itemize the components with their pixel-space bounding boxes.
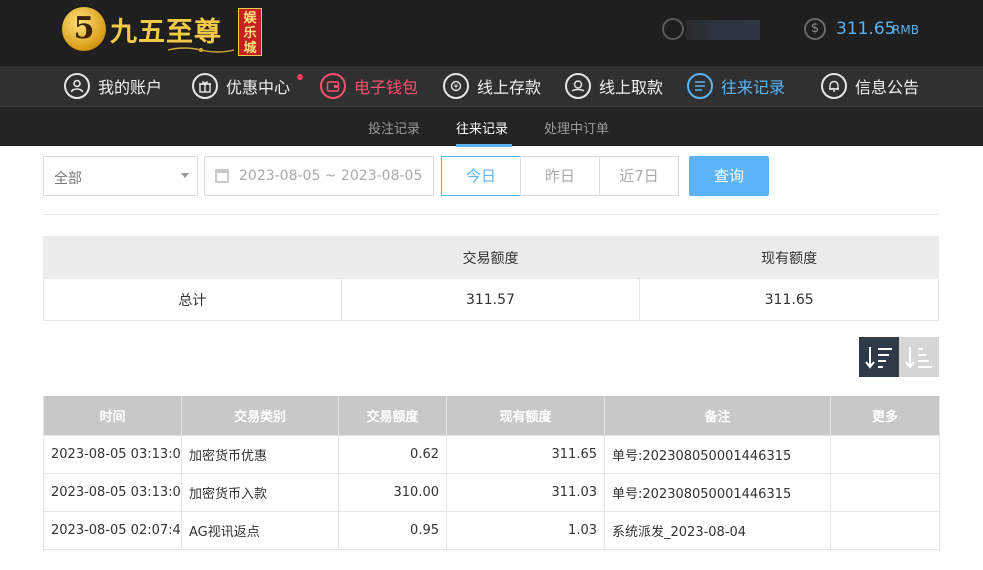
nav-promotions[interactable]: 优惠中心	[192, 72, 290, 100]
cell-time: 2023-08-05 02:07:43	[43, 510, 182, 550]
table-row: 2023-08-05 03:13:07 加密货币优惠 0.62 311.65 单…	[43, 434, 940, 474]
nav-label: 优惠中心	[226, 78, 291, 97]
cell-time: 2023-08-05 03:13:07	[43, 434, 182, 474]
nav-my-account[interactable]: 我的账户	[64, 72, 162, 100]
cell-remark: 单号:202308050001446315	[604, 472, 831, 512]
cell-trade-amount: 0.95	[338, 510, 447, 550]
cell-more[interactable]	[830, 472, 940, 512]
cell-time: 2023-08-05 03:13:07	[43, 472, 182, 512]
user-avatar-icon	[662, 18, 684, 40]
user-account-area[interactable]	[662, 16, 762, 42]
nav-label: 往来记录	[721, 78, 786, 97]
dollar-icon: $	[804, 18, 826, 40]
col-trade-amount: 交易额度	[338, 396, 447, 435]
summary-row-label: 总计	[43, 278, 342, 321]
nav-transaction-records[interactable]: 往来记录	[687, 72, 785, 100]
summary-header-trade: 交易额度	[340, 236, 641, 279]
sub-nav: 投注记录 往来记录 处理中订单	[0, 106, 983, 147]
balance-unit: RMB	[892, 23, 919, 37]
sort-ascending-button[interactable]	[899, 337, 939, 377]
chevron-down-icon	[181, 173, 189, 178]
logo-subtitle: 娱乐城	[238, 8, 262, 56]
records-table: 时间 交易类别 交易额度 现有额度 备注 更多 2023-08-05 03:13…	[43, 396, 940, 550]
active-tab-indicator	[456, 144, 512, 147]
logo-badge: 5	[62, 7, 106, 51]
summary-total-row: 总计 311.57 311.65	[43, 278, 939, 321]
svg-text:¥: ¥	[454, 83, 459, 91]
nav-label: 线上存款	[477, 78, 542, 97]
table-row: 2023-08-05 02:07:43 AG视讯返点 0.95 1.03 系统派…	[43, 510, 940, 550]
query-button[interactable]: 查询	[689, 156, 769, 196]
col-time: 时间	[43, 396, 182, 435]
nav-online-deposit[interactable]: ¥ 线上存款	[443, 72, 541, 100]
divider	[43, 214, 939, 215]
wallet-icon	[320, 73, 346, 99]
username-masked	[686, 20, 760, 40]
nav-announcements[interactable]: 信息公告	[821, 72, 919, 100]
yesterday-button[interactable]: 昨日	[520, 156, 600, 196]
today-button[interactable]: 今日	[441, 156, 521, 196]
deposit-icon: ¥	[443, 73, 469, 99]
cell-current-amount: 1.03	[446, 510, 605, 550]
bell-icon	[821, 73, 847, 99]
calendar-icon	[215, 169, 229, 183]
logo-text: 九五至尊	[110, 17, 222, 48]
summary-header-empty	[43, 236, 342, 279]
table-row: 2023-08-05 03:13:07 加密货币入款 310.00 311.03…	[43, 472, 940, 512]
col-current-amount: 现有额度	[446, 396, 605, 435]
records-icon	[687, 73, 713, 99]
sort-descending-button[interactable]	[859, 337, 899, 377]
site-logo[interactable]: 5 九五至尊 娱乐城	[62, 4, 262, 60]
col-remark: 备注	[604, 396, 831, 435]
col-more: 更多	[830, 396, 940, 435]
cell-type: 加密货币入款	[181, 472, 339, 512]
subtab-transaction-records[interactable]: 往来记录	[456, 118, 508, 137]
select-value: 全部	[54, 171, 82, 187]
user-icon	[64, 73, 90, 99]
subtab-bet-records[interactable]: 投注记录	[368, 118, 420, 137]
cell-remark: 单号:202308050001446315	[604, 434, 831, 474]
cell-trade-amount: 310.00	[338, 472, 447, 512]
nav-online-withdraw[interactable]: 线上取款	[565, 72, 663, 100]
nav-label: 线上取款	[599, 78, 664, 97]
cell-type: AG视讯返点	[181, 510, 339, 550]
last-7-days-button[interactable]: 近7日	[599, 156, 679, 196]
cell-more[interactable]	[830, 510, 940, 550]
sort-ascending-icon	[905, 347, 932, 369]
cell-remark: 系统派发_2023-08-04	[604, 510, 831, 550]
top-header: 5 九五至尊 娱乐城 $ 311.65 RMB	[0, 0, 983, 66]
cell-type: 加密货币优惠	[181, 434, 339, 474]
summary-header-row: 交易额度 现有额度	[43, 236, 939, 279]
cell-trade-amount: 0.62	[338, 434, 447, 474]
summary-current-amount: 311.65	[639, 278, 939, 321]
summary-table: 交易额度 现有额度 总计 311.57 311.65	[43, 236, 939, 321]
subtab-pending-orders[interactable]: 处理中订单	[544, 118, 609, 137]
sort-descending-icon	[865, 347, 892, 369]
withdraw-icon	[565, 73, 591, 99]
transaction-type-select[interactable]: 全部	[43, 156, 198, 196]
nav-label: 电子钱包	[354, 78, 419, 97]
date-range-value: 2023-08-05 ~ 2023-08-05	[239, 168, 423, 184]
summary-header-current: 现有额度	[639, 236, 939, 279]
balance-value: 311.65	[836, 19, 896, 39]
records-header-row: 时间 交易类别 交易额度 现有额度 备注 更多	[43, 396, 940, 435]
col-type: 交易类别	[181, 396, 339, 435]
cell-more[interactable]	[830, 434, 940, 474]
summary-trade-amount: 311.57	[340, 278, 641, 321]
nav-label: 我的账户	[98, 78, 163, 97]
main-nav: 我的账户 优惠中心 电子钱包 ¥ 线上存款 线上取款 往来记录 信息公告	[0, 66, 983, 106]
logo-ornament	[167, 47, 235, 53]
cell-current-amount: 311.03	[446, 472, 605, 512]
cell-current-amount: 311.65	[446, 434, 605, 474]
date-range-picker[interactable]: 2023-08-05 ~ 2023-08-05	[204, 156, 434, 196]
gift-icon	[192, 73, 218, 99]
nav-e-wallet[interactable]: 电子钱包	[320, 72, 418, 100]
nav-label: 信息公告	[855, 78, 920, 97]
notification-dot	[297, 74, 303, 80]
